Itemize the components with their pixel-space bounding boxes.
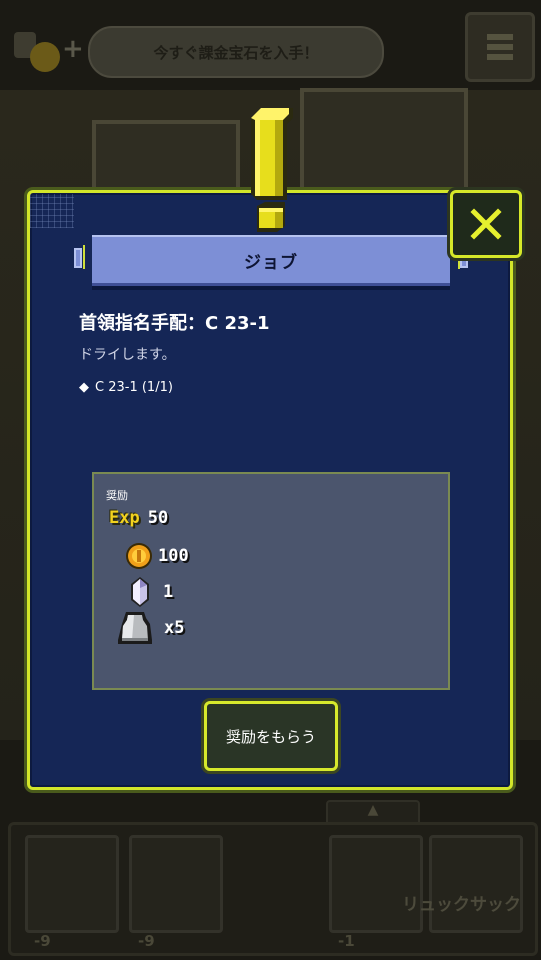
room-window [300,88,468,196]
job-condition: ◆ C 23-1 (1/1) [79,380,173,395]
gem-value: 1 [163,582,174,602]
dialog-title-bar: ジョブ [92,235,450,286]
dialog-title: ジョブ [244,252,298,273]
reward-item-row: x5 [116,610,184,646]
reward-gem-row: 1 [129,576,173,608]
slot-count: -9 [34,932,51,950]
grid-decoration [30,194,74,228]
exp-label: Exp [109,508,140,528]
diamond-bullet-icon: ◆ [79,380,89,395]
exp-value: 50 [147,508,169,528]
title-accent-left [83,245,85,269]
job-description: ドライします。 [79,347,176,363]
exclamation-icon [251,108,293,232]
backpack-label: リュックサック [402,895,521,915]
hamburger-icon [487,34,513,60]
close-button[interactable] [450,190,522,258]
inventory-slot: -1 [329,835,423,950]
inventory-slot: -9 [129,835,223,950]
currency-avatar: + [14,22,84,78]
coin-icon [30,42,60,72]
condition-text: C 23-1 (1/1) [95,380,173,395]
premium-banner: 今すぐ課金宝石を入手！ [88,26,384,78]
boot-item-icon [118,612,152,644]
reward-coin-row: 100 [124,541,189,571]
backpack-slot [429,835,523,933]
slot-count: -9 [138,932,155,950]
reward-exp-row: Exp 50 [109,508,168,528]
job-name: 首領指名手配：C 23-1 [79,313,270,334]
coin-icon [126,543,152,569]
title-cap-left [74,248,82,268]
bottom-inventory-bar: -9 -9 -1 [8,822,538,956]
item-value: x5 [164,618,185,638]
slot-count: -1 [338,932,355,950]
reward-heading: 奨励 [106,489,128,502]
plus-icon: + [62,34,84,64]
close-x-icon [470,208,502,240]
menu-button [465,12,535,82]
claim-reward-button[interactable]: 奨励をもらう [204,701,338,771]
coin-value: 100 [158,546,189,566]
crystal-icon [131,577,149,607]
inventory-slot: -9 [25,835,119,950]
